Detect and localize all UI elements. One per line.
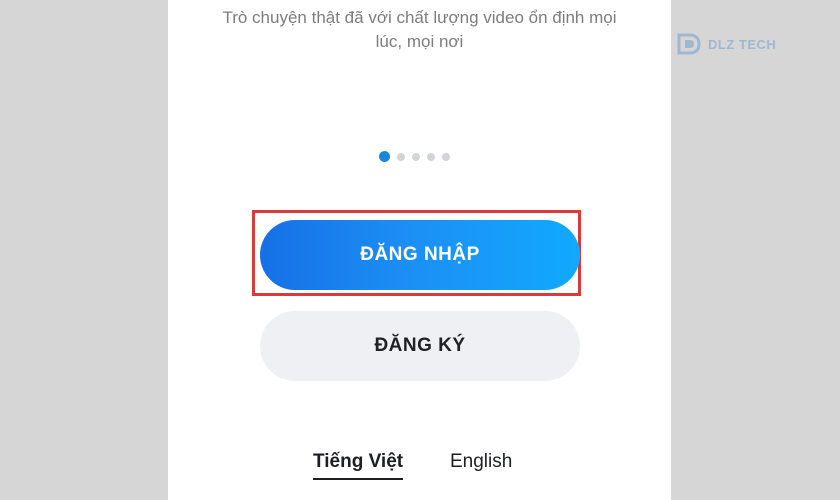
carousel-indicator	[379, 151, 450, 162]
carousel-dot-1-active[interactable]	[379, 151, 390, 162]
tagline-line-2: lúc, mọi nơi	[375, 32, 464, 51]
watermark-text: DLZ TECH	[708, 36, 777, 52]
carousel-dot-5[interactable]	[442, 152, 450, 161]
language-option-vietnamese[interactable]: Tiếng Việt	[313, 450, 404, 480]
phone-screen: Trò chuyện thật đã với chất lượng video …	[168, 0, 671, 500]
carousel-dot-2[interactable]	[397, 152, 405, 161]
onboarding-tagline: Trò chuyện thật đã với chất lượng video …	[168, 6, 671, 54]
language-option-english[interactable]: English	[450, 450, 512, 474]
watermark-logo: DLZ TECH	[676, 28, 796, 60]
carousel-dot-4[interactable]	[427, 152, 435, 161]
login-button[interactable]: ĐĂNG NHẬP	[260, 220, 580, 290]
tagline-line-1: Trò chuyện thật đã với chất lượng video …	[222, 8, 617, 27]
dlz-logo-icon	[677, 33, 701, 55]
carousel-dot-3[interactable]	[412, 152, 420, 161]
login-button-label: ĐĂNG NHẬP	[360, 244, 480, 265]
register-button[interactable]: ĐĂNG KÝ	[260, 311, 580, 381]
register-button-label: ĐĂNG KÝ	[374, 335, 466, 356]
